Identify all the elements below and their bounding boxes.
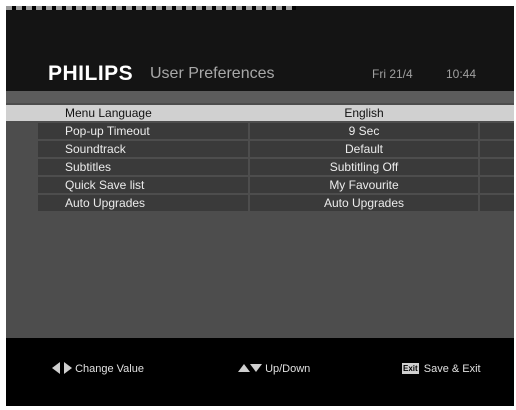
menu-row-value[interactable]: Subtitling Off	[250, 159, 478, 175]
footer-hints: Change Value Up/Down Exit Save & Exit	[6, 338, 514, 406]
menu-row-soundtrack[interactable]: Soundtrack Default	[6, 141, 514, 157]
menu-row-value[interactable]: 9 Sec	[250, 123, 478, 139]
menu-row-auto-upgrades[interactable]: Auto Upgrades Auto Upgrades	[6, 195, 514, 211]
menu-panel: Menu Language English Pop-up Timeout 9 S…	[6, 91, 514, 338]
page-title: User Preferences	[150, 65, 275, 82]
hint-up-down: Up/Down	[238, 362, 310, 376]
up-down-arrows-icon	[238, 364, 262, 372]
menu-row-label: Auto Upgrades	[38, 195, 248, 211]
menu-row-menu-language[interactable]: Menu Language English	[6, 105, 514, 121]
time-display: 10:44	[446, 67, 477, 81]
brand-logo: PHILIPS	[48, 62, 134, 85]
hint-save-exit: Exit Save & Exit	[402, 362, 481, 376]
hint-label: Save & Exit	[423, 363, 481, 375]
menu-row-value[interactable]: My Favourite	[250, 177, 478, 193]
menu-row-label: Quick Save list	[38, 177, 248, 193]
hint-label: Up/Down	[265, 363, 311, 375]
menu-row-label: Subtitles	[38, 159, 248, 175]
menu-row-label: Pop-up Timeout	[38, 123, 248, 139]
panel-top-band	[6, 91, 514, 103]
menu-row-popup-timeout[interactable]: Pop-up Timeout 9 Sec	[6, 123, 514, 139]
dashed-border	[6, 6, 296, 10]
exit-key-icon: Exit	[402, 363, 419, 374]
header-bar: PHILIPS User Preferences Fri 21/4 10:44	[6, 6, 514, 91]
menu-row-label: Soundtrack	[38, 141, 248, 157]
menu-row-label: Menu Language	[38, 105, 248, 121]
menu-row-subtitles[interactable]: Subtitles Subtitling Off	[6, 159, 514, 175]
menu-row-quick-save-list[interactable]: Quick Save list My Favourite	[6, 177, 514, 193]
hint-label: Change Value	[75, 363, 144, 375]
menu-row-value[interactable]: English	[250, 105, 478, 121]
date-display: Fri 21/4	[372, 67, 413, 81]
menu-row-value[interactable]: Auto Upgrades	[250, 195, 478, 211]
left-right-arrows-icon	[52, 362, 72, 374]
menu-row-value[interactable]: Default	[250, 141, 478, 157]
tv-screen: PHILIPS User Preferences Fri 21/4 10:44 …	[6, 6, 514, 406]
hint-change-value: Change Value	[52, 362, 144, 376]
